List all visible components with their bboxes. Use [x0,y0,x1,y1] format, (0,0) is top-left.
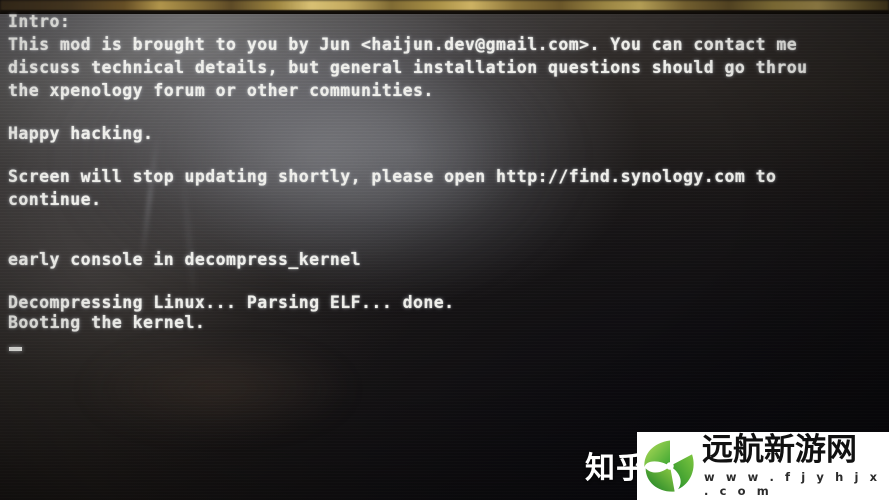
site-name-text: 远航新游网 [702,432,857,469]
screen-warm-reflection-patch [88,344,348,434]
photo-frame: Intro: This mod is brought to you by Jun … [0,0,889,500]
screen-smudge-streak-right [181,164,197,314]
leaf-logo-icon [644,440,694,492]
site-watermark-logo: 远航新游网 w w w . f j y h j x . c o m [637,432,889,500]
screen-glare-reflection [40,34,600,334]
monitor-screen [0,14,889,500]
site-url-text: w w w . f j y h j x . c o m [704,469,881,498]
screen-smudge-streak-left [140,134,159,264]
logo-text-block: 远航新游网 w w w . f j y h j x . c o m [702,434,889,498]
